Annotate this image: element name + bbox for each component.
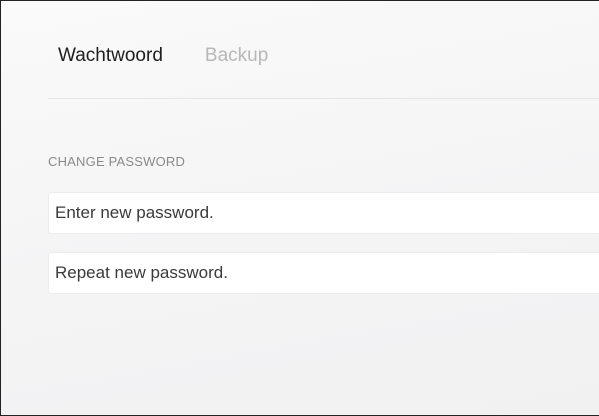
new-password-input[interactable] bbox=[48, 192, 599, 234]
settings-panel: Wachtwoord Backup CHANGE PASSWORD bbox=[0, 0, 599, 416]
repeat-password-input[interactable] bbox=[48, 252, 599, 294]
tab-divider bbox=[48, 98, 599, 99]
tab-bar: Wachtwoord Backup bbox=[48, 41, 300, 71]
tab-backup[interactable]: Backup bbox=[195, 43, 278, 69]
tab-wachtwoord[interactable]: Wachtwoord bbox=[48, 43, 173, 69]
change-password-heading: CHANGE PASSWORD bbox=[48, 154, 186, 169]
